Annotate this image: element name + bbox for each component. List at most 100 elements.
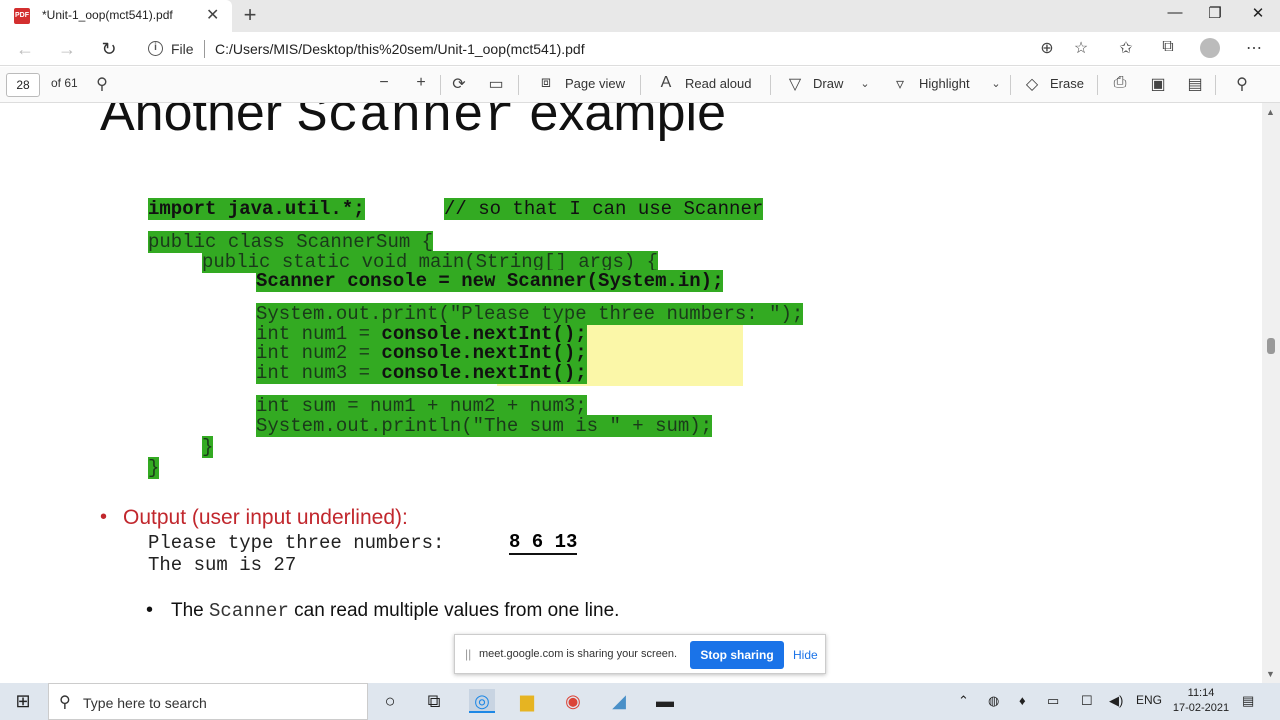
eraser-icon[interactable]: ◇: [1022, 74, 1042, 94]
print-args: ("Please type three numbers: ");: [438, 303, 804, 325]
scroll-up-icon[interactable]: ▲: [1266, 107, 1275, 117]
add-favorite-icon[interactable]: ☆: [1070, 38, 1092, 58]
println-call: System.out.println: [256, 415, 462, 437]
tab-title: *Unit-1_oop(mct541).pdf: [42, 8, 173, 22]
erase-button[interactable]: Erase: [1050, 76, 1084, 91]
back-icon[interactable]: ←: [12, 36, 38, 62]
import-statement: import java.util.*;: [148, 198, 365, 220]
note-text: The: [171, 600, 210, 621]
draw-icon[interactable]: ▽: [785, 74, 805, 94]
close-tab-icon[interactable]: ✕: [206, 5, 219, 25]
output-user-input: 8 6 13: [509, 531, 578, 555]
drag-handle-icon[interactable]: ||: [465, 647, 471, 661]
terminal-icon[interactable]: ▬: [652, 689, 678, 713]
scroll-down-icon[interactable]: ▼: [1266, 669, 1275, 679]
page-total: of 61: [51, 76, 78, 90]
forward-icon[interactable]: →: [54, 36, 80, 62]
new-tab-button[interactable]: +: [238, 2, 262, 28]
highlight-icon[interactable]: ▿: [890, 74, 910, 94]
pdf-page: Another Scanner example import java.util…: [0, 103, 1262, 683]
divider: [204, 40, 205, 58]
meet-icon[interactable]: ◍: [988, 693, 999, 709]
output-heading: Output (user input underlined):: [123, 506, 408, 529]
page-number-input[interactable]: 28: [6, 73, 40, 97]
read-aloud-button[interactable]: Read aloud: [685, 76, 752, 91]
save-icon[interactable]: ▣: [1148, 74, 1168, 94]
divider: [440, 75, 441, 95]
page-view-button[interactable]: Page view: [565, 76, 625, 91]
inner-brace: }: [202, 436, 214, 458]
address-bar: ← → ↻ i File C:/Users/MIS/Desktop/this%2…: [0, 32, 1280, 66]
chrome-icon[interactable]: ◉: [560, 689, 586, 713]
int3-decl: int num3 =: [256, 362, 382, 384]
info-icon[interactable]: i: [148, 41, 163, 56]
search-icon[interactable]: ⚲: [92, 74, 112, 94]
edge-icon[interactable]: ◎: [469, 689, 495, 713]
scrollbar-thumb[interactable]: [1267, 338, 1275, 354]
divider: [640, 75, 641, 95]
battery-icon[interactable]: ▭: [1047, 693, 1059, 709]
chevron-up-icon[interactable]: ⌃: [958, 693, 969, 709]
search-placeholder: Type here to search: [83, 695, 207, 711]
app-icon[interactable]: ◢: [606, 689, 632, 713]
save-as-icon[interactable]: ▤: [1185, 74, 1205, 94]
int2-parens: ();: [552, 342, 587, 364]
file-explorer-icon[interactable]: ▆: [514, 689, 540, 713]
notifications-icon[interactable]: ▤: [1242, 693, 1254, 709]
more-menu-icon[interactable]: ⋯: [1243, 38, 1265, 58]
favorites-icon[interactable]: ✩: [1115, 38, 1137, 58]
code-print-line: System.out.print("Please type three numb…: [256, 303, 804, 325]
rotate-icon[interactable]: ⟳: [449, 74, 469, 94]
class-declaration: public class ScannerSum {: [148, 231, 434, 253]
taskbar: ⊞ ⚲ Type here to search ○ ⧉ ◎ ▆ ◉ ◢ ▬ ⌃ …: [0, 683, 1280, 720]
zoom-out-icon[interactable]: −: [374, 74, 394, 92]
read-aloud-icon[interactable]: A: [656, 74, 676, 92]
output-line-1: Please type three numbers:: [148, 532, 456, 554]
draw-button[interactable]: Draw: [813, 76, 843, 91]
code-class-line: public class ScannerSum {: [148, 231, 434, 253]
highlight-button[interactable]: Highlight: [919, 76, 970, 91]
windows-start-icon[interactable]: ⊞: [10, 689, 36, 713]
chevron-down-icon[interactable]: ⌄: [986, 77, 1006, 90]
slide-title: Another Scanner example: [100, 103, 726, 146]
minimize-icon[interactable]: —: [1160, 4, 1190, 21]
screen-share-banner: || meet.google.com is sharing your scree…: [454, 634, 826, 674]
clock[interactable]: 11:14 17-02-2021: [1170, 686, 1232, 716]
scanner-note: The Scanner can read multiple values fro…: [171, 600, 619, 622]
fit-page-icon[interactable]: ▭: [486, 74, 506, 94]
close-window-icon[interactable]: ✕: [1243, 4, 1273, 22]
zoom-in-icon[interactable]: +: [411, 74, 431, 92]
zoom-icon[interactable]: ⊕: [1036, 38, 1058, 58]
url-field[interactable]: i File C:/Users/MIS/Desktop/this%20sem/U…: [138, 35, 1102, 63]
chevron-down-icon[interactable]: ⌄: [855, 77, 875, 90]
profile-avatar[interactable]: [1199, 38, 1221, 63]
task-view-icon[interactable]: ⧉: [421, 689, 447, 713]
title-text-end: example: [515, 103, 727, 142]
maximize-icon[interactable]: ❐: [1200, 4, 1230, 22]
code-close-outer: }: [148, 457, 160, 479]
hide-button[interactable]: Hide: [793, 648, 818, 662]
page-view-icon[interactable]: ⧈: [536, 74, 556, 92]
browser-tab[interactable]: PDF *Unit-1_oop(mct541).pdf ✕: [0, 0, 232, 32]
divider: [1215, 75, 1216, 95]
divider: [1097, 75, 1098, 95]
network-icon[interactable]: ☐: [1081, 693, 1093, 709]
tab-bar: PDF *Unit-1_oop(mct541).pdf ✕ + — ❐ ✕: [0, 0, 1280, 32]
volume-icon[interactable]: ◀): [1109, 693, 1123, 709]
print-icon[interactable]: ⎙: [1110, 74, 1130, 92]
microphone-icon[interactable]: ♦: [1019, 693, 1026, 708]
import-comment: // so that I can use Scanner: [444, 198, 764, 220]
cortana-icon[interactable]: ○: [377, 689, 403, 713]
note-mono-text: Scanner: [209, 600, 289, 622]
outer-brace: }: [148, 457, 160, 479]
clock-time: 11:14: [1187, 687, 1215, 699]
taskbar-search[interactable]: ⚲ Type here to search: [48, 683, 368, 720]
pin-icon[interactable]: ⚲: [1232, 74, 1252, 94]
stop-sharing-button[interactable]: Stop sharing: [690, 641, 784, 669]
collections-icon[interactable]: ⧉: [1157, 38, 1179, 56]
refresh-icon[interactable]: ↻: [96, 36, 122, 62]
language-indicator[interactable]: ENG: [1136, 693, 1162, 707]
code-comment: // so that I can use Scanner: [444, 198, 764, 220]
int2-decl: int num2 =: [256, 342, 382, 364]
scrollbar[interactable]: [1262, 103, 1280, 683]
